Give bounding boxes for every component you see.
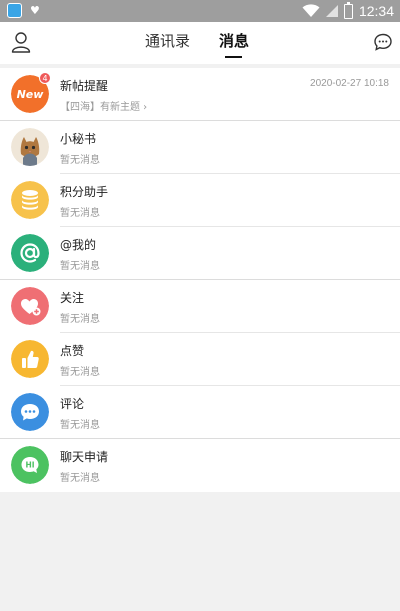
active-tab-indicator (225, 56, 242, 58)
message-subtitle: 暂无消息 (60, 367, 100, 378)
at-sign-icon (11, 234, 49, 272)
message-subtitle: 暂无消息 (60, 473, 100, 484)
message-subtitle: 暂无消息 (60, 155, 100, 166)
svg-text:New: New (17, 88, 45, 101)
message-item-likes[interactable]: 点赞 暂无消息 (0, 333, 400, 386)
wifi-icon (302, 4, 320, 17)
message-title: 点赞 (60, 344, 85, 358)
message-list: New 4 新帖提醒 【四海】有新主题 › 2020-02-27 10:18 小… (0, 68, 400, 492)
message-subtitle: 暂无消息 (60, 420, 100, 431)
message-item-chat-requests[interactable]: HI 聊天申请 暂无消息 (0, 439, 400, 492)
unread-badge: 4 (39, 72, 51, 84)
hi-bubble-icon: HI (11, 446, 49, 484)
status-time: 12:34 (358, 3, 394, 19)
message-item-points-assistant[interactable]: 积分助手 暂无消息 (0, 174, 400, 227)
message-title: 积分助手 (60, 185, 109, 199)
message-title: 聊天申请 (60, 450, 109, 464)
battery-icon (343, 1, 353, 19)
message-title: 评论 (60, 397, 85, 411)
message-title: 小秘书 (60, 132, 97, 146)
comment-icon (11, 393, 49, 431)
status-right: 12:34 (302, 1, 394, 20)
coins-icon (11, 181, 49, 219)
message-item-mentions[interactable]: @我的 暂无消息 (0, 227, 400, 280)
message-title: @我的 (60, 238, 97, 252)
signal-icon (325, 5, 338, 17)
message-title: 新帖提醒 (60, 79, 109, 93)
thumbs-up-icon (11, 340, 49, 378)
message-subtitle: 暂无消息 (60, 314, 100, 325)
user-icon[interactable] (11, 31, 31, 53)
chat-bubble-icon[interactable] (374, 33, 392, 51)
shield-icon: ♥ (30, 4, 40, 17)
status-bar: ♥ 12:34 (0, 0, 400, 22)
message-subtitle: 暂无消息 (60, 261, 100, 272)
secretary-cat-avatar (11, 128, 49, 166)
message-item-comments[interactable]: 评论 暂无消息 (0, 386, 400, 439)
status-left: ♥ (7, 3, 40, 18)
message-time: 2020-02-27 10:18 (310, 78, 389, 89)
tab-contacts[interactable]: 通讯录 (145, 31, 190, 51)
message-item-follow[interactable]: 关注 暂无消息 (0, 280, 400, 333)
message-item-new-posts[interactable]: New 4 新帖提醒 【四海】有新主题 › 2020-02-27 10:18 (0, 68, 400, 121)
app-notification-icon (7, 3, 22, 18)
message-subtitle: 暂无消息 (60, 208, 100, 219)
message-item-secretary[interactable]: 小秘书 暂无消息 (0, 121, 400, 174)
svg-text:HI: HI (25, 461, 34, 470)
message-title: 关注 (60, 291, 85, 305)
tab-messages[interactable]: 消息 (219, 31, 249, 51)
top-nav: 通讯录 消息 (0, 22, 400, 64)
message-subtitle[interactable]: 【四海】有新主题 › (60, 98, 147, 113)
heart-plus-icon (11, 287, 49, 325)
